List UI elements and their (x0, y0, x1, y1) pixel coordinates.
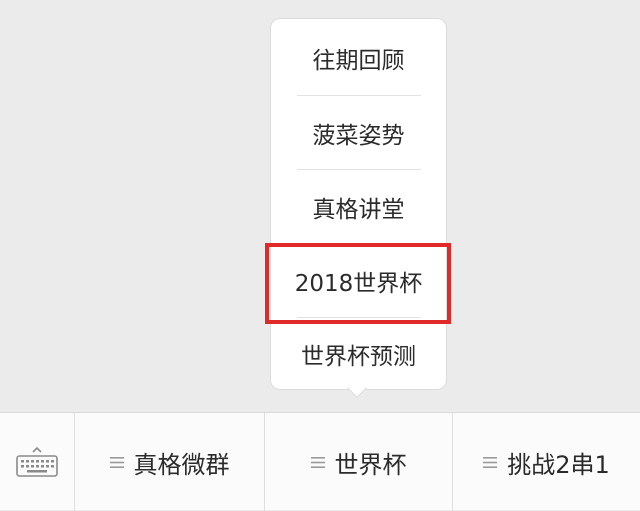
popup-menu: 往期回顾 菠菜姿势 真格讲堂 2018世界杯 世界杯预测 (270, 18, 447, 390)
menu-item-lecture-hall[interactable]: 真格讲堂 (271, 170, 446, 244)
menu-tab-challenge-parlay[interactable]: 挑战2串1 (453, 413, 640, 511)
menu-item-betting-tips[interactable]: 菠菜姿势 (271, 96, 446, 170)
menu-tab-world-cup[interactable]: 世界杯 (265, 413, 453, 511)
menu-lines-icon (483, 456, 498, 468)
menu-item-label: 菠菜姿势 (312, 123, 405, 149)
menu-item-past-review[interactable]: 往期回顾 (271, 21, 446, 95)
keyboard-icon (16, 446, 58, 477)
menu-item-label: 往期回顾 (312, 48, 405, 74)
keyboard-toggle-button[interactable] (0, 413, 75, 511)
menu-tab-label: 挑战2串1 (507, 450, 610, 479)
menu-tab-label: 世界杯 (334, 450, 407, 479)
menu-tab-zhenge-group[interactable]: 真格微群 (75, 413, 265, 511)
menu-item-label: 世界杯预测 (301, 344, 416, 370)
menu-lines-icon (109, 456, 124, 468)
menu-item-2018-world-cup[interactable]: 2018世界杯 (271, 244, 446, 318)
menu-item-label: 2018世界杯 (294, 271, 423, 297)
menu-tab-label: 真格微群 (133, 450, 230, 479)
menu-item-label: 真格讲堂 (312, 197, 405, 223)
menu-lines-icon (310, 456, 325, 468)
bottom-menu-bar: 真格微群 世界杯 挑战2串1 (0, 412, 640, 511)
